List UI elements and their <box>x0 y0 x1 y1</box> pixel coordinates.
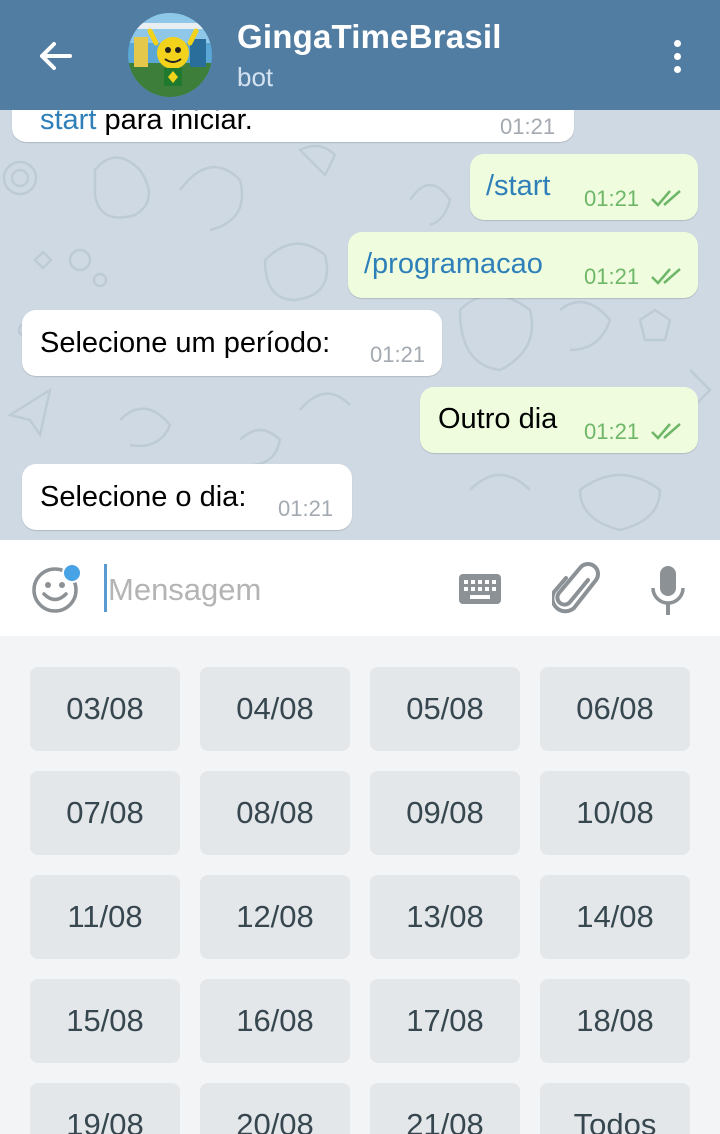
text-cursor <box>104 564 107 612</box>
message-outgoing[interactable]: /programacao 01:21 <box>348 232 698 298</box>
keyboard-button[interactable]: 08/08 <box>200 771 350 855</box>
keyboard-button[interactable]: 16/08 <box>200 979 350 1063</box>
keyboard-button[interactable]: 10/08 <box>540 771 690 855</box>
keyboard-button[interactable]: 05/08 <box>370 667 520 751</box>
back-button[interactable] <box>30 34 80 78</box>
message-text: Outro dia <box>438 403 558 435</box>
more-options-button[interactable] <box>664 34 690 78</box>
chat-title[interactable]: GingaTimeBrasil <box>237 18 502 56</box>
keyboard-button[interactable]: 03/08 <box>30 667 180 751</box>
paperclip-icon[interactable] <box>552 562 600 618</box>
read-checkmarks-icon <box>651 190 681 207</box>
avatar[interactable] <box>128 13 212 97</box>
message-text: Selecione um período: <box>40 327 331 359</box>
message-input[interactable]: Mensagem <box>108 572 261 608</box>
message-list[interactable]: start para iniciar. 01:21 /start 01:21 /… <box>0 110 720 540</box>
keyboard-button[interactable]: 20/08 <box>200 1083 350 1134</box>
keyboard-button[interactable]: 18/08 <box>540 979 690 1063</box>
keyboard-button[interactable]: 15/08 <box>30 979 180 1063</box>
read-checkmarks-icon <box>651 268 681 285</box>
message-time: 01:21 <box>370 342 426 367</box>
microphone-icon[interactable] <box>648 562 688 620</box>
keyboard-button[interactable]: 09/08 <box>370 771 520 855</box>
keyboard-button[interactable]: 19/08 <box>30 1083 180 1134</box>
message-text: /start <box>486 170 551 202</box>
keyboard-button[interactable]: 11/08 <box>30 875 180 959</box>
message-time: 01:21 <box>500 114 556 139</box>
keyboard-icon[interactable] <box>458 572 502 606</box>
message-incoming[interactable]: start para iniciar. 01:21 <box>12 110 574 142</box>
keyboard-button[interactable]: 14/08 <box>540 875 690 959</box>
message-outgoing[interactable]: /start 01:21 <box>470 154 698 220</box>
keyboard-button[interactable]: 13/08 <box>370 875 520 959</box>
message-time: 01:21 <box>584 186 640 211</box>
bot-reply-keyboard: 03/08 04/08 05/08 06/08 07/08 08/08 09/0… <box>0 636 720 1134</box>
keyboard-button[interactable]: 21/08 <box>370 1083 520 1134</box>
message-text: Selecione o dia: <box>40 481 247 513</box>
arrow-left-icon <box>40 42 72 70</box>
command-link[interactable]: start <box>40 110 96 136</box>
message-text: /programacao <box>364 248 543 280</box>
chat-subtitle: bot <box>237 62 274 92</box>
keyboard-button[interactable]: Todos <box>540 1083 690 1134</box>
chat-header: GingaTimeBrasil bot <box>0 0 720 110</box>
message-time: 01:21 <box>278 496 334 521</box>
keyboard-button[interactable]: 04/08 <box>200 667 350 751</box>
notification-dot <box>62 563 82 583</box>
message-time: 01:21 <box>584 419 640 444</box>
message-text: para iniciar. <box>96 110 253 136</box>
keyboard-button[interactable]: 06/08 <box>540 667 690 751</box>
read-checkmarks-icon <box>651 423 681 440</box>
keyboard-button[interactable]: 07/08 <box>30 771 180 855</box>
keyboard-button[interactable]: 12/08 <box>200 875 350 959</box>
message-outgoing[interactable]: Outro dia 01:21 <box>420 387 698 453</box>
message-time: 01:21 <box>584 264 640 289</box>
keyboard-button[interactable]: 17/08 <box>370 979 520 1063</box>
more-vertical-icon <box>673 39 681 47</box>
message-incoming[interactable]: Selecione o dia: 01:21 <box>22 464 352 530</box>
message-incoming[interactable]: Selecione um período: 01:21 <box>22 310 442 376</box>
